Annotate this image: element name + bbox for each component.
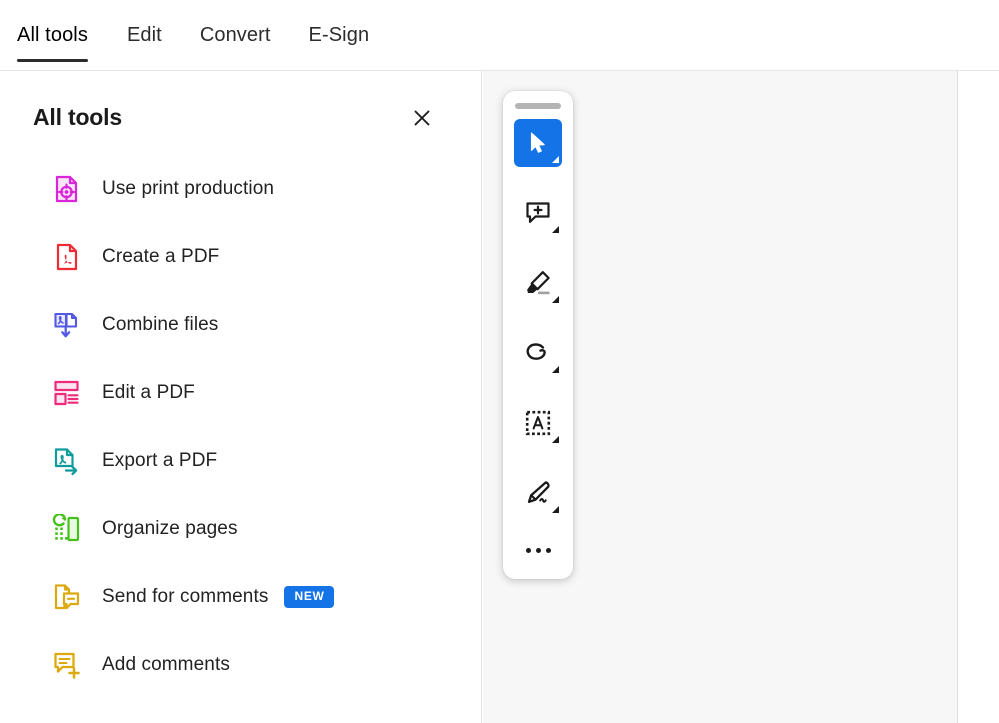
tab-all-tools[interactable]: All tools [17,0,108,71]
create-pdf-icon [50,240,84,274]
ellipsis-dot [525,547,531,553]
toolbar-drag-handle[interactable] [515,103,561,109]
quick-tools-toolbar [503,91,573,579]
chevron-corner-icon [552,366,559,373]
tool-item-combine-files[interactable]: Combine files [0,291,481,359]
fountain-pen-icon [527,481,550,503]
tool-item-send-for-comments[interactable]: Send for comments NEW [0,563,481,631]
tool-label: Create a PDF [102,246,220,267]
ellipsis-dot [535,547,541,553]
chevron-corner-icon [552,156,559,163]
comment-plus-icon [526,202,550,223]
ellipsis-dot [545,547,551,553]
tab-convert[interactable]: Convert [181,0,290,71]
panel-header: All tools [0,71,481,137]
top-tab-bar: All tools Edit Convert E-Sign [0,0,999,71]
tab-label: E-Sign [308,24,370,46]
cursor-arrow-icon [530,132,545,153]
status-badge-new: NEW [284,586,334,608]
tool-item-edit-a-pdf[interactable]: Edit a PDF [0,359,481,427]
add-comment-tool-button[interactable] [514,189,562,237]
tab-label: Convert [199,24,271,46]
tool-label: Edit a PDF [102,382,195,403]
close-icon [414,110,430,126]
tool-item-export-a-pdf[interactable]: Export a PDF [0,427,481,495]
chevron-corner-icon [552,506,559,513]
acrobat-window: All tools Edit Convert E-Sign All tools [0,0,999,723]
tool-label: Send for comments [102,586,269,607]
highlighter-icon [527,271,550,295]
tool-label: Add comments [102,654,230,675]
document-page [957,71,999,723]
lasso-draw-icon [526,343,546,360]
tab-e-sign[interactable]: E-Sign [290,0,389,71]
tool-item-organize-pages[interactable]: Organize pages [0,495,481,563]
tool-item-add-comments[interactable]: Add comments [0,631,481,699]
tool-label: Use print production [102,178,275,199]
tool-item-create-a-pdf[interactable]: Create a PDF [0,223,481,291]
chevron-corner-icon [552,296,559,303]
close-panel-button[interactable] [407,103,437,133]
chevron-corner-icon [552,226,559,233]
tab-edit[interactable]: Edit [108,0,181,71]
tool-label: Combine files [102,314,219,335]
text-box-icon [525,410,551,436]
panel-title: All tools [33,103,122,130]
select-tool-button[interactable] [514,119,562,167]
sign-tool-button[interactable] [514,469,562,517]
text-select-tool-button[interactable] [514,399,562,447]
edit-pdf-icon [50,376,84,410]
tab-label: Edit [126,24,162,46]
draw-tool-button[interactable] [514,329,562,377]
combine-files-icon [50,308,84,342]
print-production-icon [50,172,84,206]
all-tools-panel: All tools Use print production Create a … [0,71,482,723]
tab-label: All tools [17,24,88,46]
tool-label: Export a PDF [102,450,218,471]
tool-item-use-print-production[interactable]: Use print production [0,155,481,223]
tab-list: All tools Edit Convert E-Sign [0,0,999,71]
organize-pages-icon [50,512,84,546]
tool-list: Use print production Create a PDF Combin… [0,137,481,699]
add-comments-icon [50,648,84,682]
export-pdf-icon [50,444,84,478]
highlight-tool-button[interactable] [514,259,562,307]
document-viewer-area [483,71,999,723]
send-for-comments-icon [50,580,84,614]
more-options-button[interactable] [514,535,562,565]
tool-label: Organize pages [102,518,238,539]
chevron-corner-icon [552,436,559,443]
